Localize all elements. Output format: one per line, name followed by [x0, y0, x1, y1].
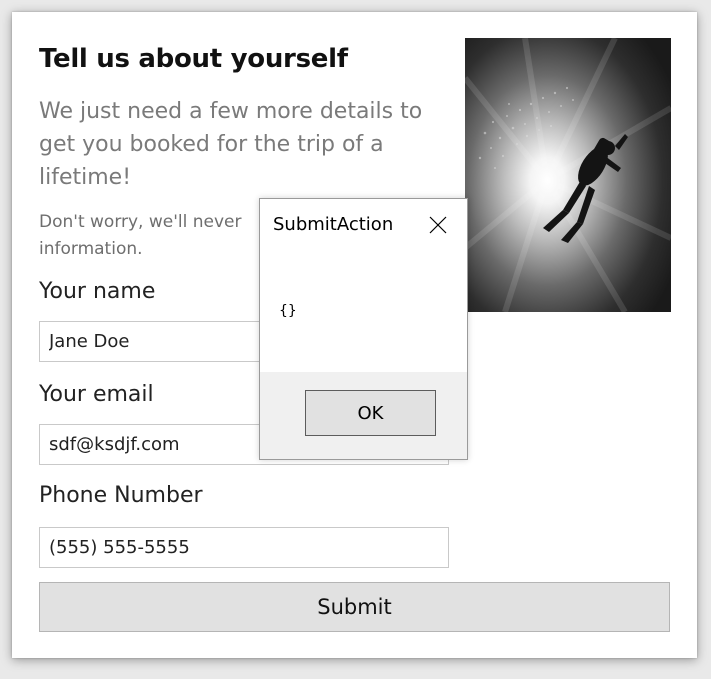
submit-action-dialog: SubmitAction {} OK [259, 198, 468, 460]
submit-button[interactable]: Submit [39, 582, 670, 632]
diver-illustration [465, 38, 671, 312]
ok-button[interactable]: OK [305, 390, 436, 436]
dialog-footer: OK [260, 372, 467, 459]
diver-image [465, 38, 671, 312]
phone-label: Phone Number [39, 483, 203, 508]
email-label: Your email [39, 382, 154, 407]
dialog-title: SubmitAction [273, 214, 394, 235]
page-title: Tell us about yourself [39, 44, 348, 74]
close-icon-glyph [429, 216, 447, 234]
phone-field[interactable] [39, 527, 449, 568]
dialog-message: {} [279, 303, 297, 319]
subtitle: We just need a few more details to get y… [39, 99, 423, 190]
name-label: Your name [39, 279, 156, 304]
close-icon[interactable] [428, 215, 448, 235]
window: Tell us about yourself We just need a fe… [0, 0, 711, 679]
